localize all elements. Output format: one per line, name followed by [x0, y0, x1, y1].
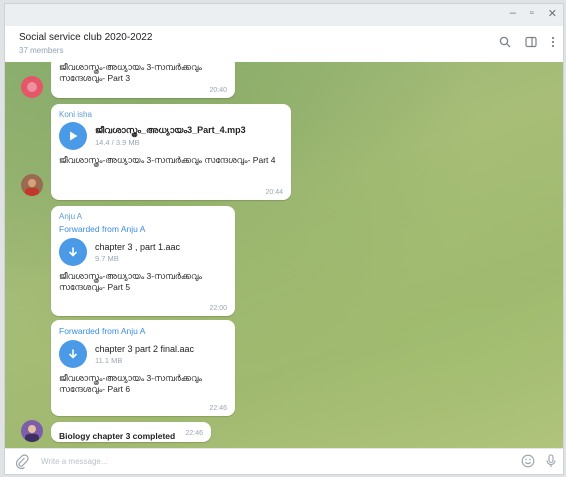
download-button[interactable] — [59, 238, 87, 266]
member-count: 37 members — [19, 46, 64, 55]
app-window: – ▫ ✕ Social service club 2020-2022 37 m… — [4, 3, 564, 475]
message-time: 22:46 — [185, 430, 203, 437]
message-time: 22:00 — [209, 305, 227, 312]
audio-attachment[interactable]: chapter 3 part 2 final.aac 11.1 MB — [59, 340, 227, 368]
composer-actions — [521, 454, 557, 473]
sidebar-toggle-icon[interactable] — [525, 36, 537, 51]
title-bar: – ▫ ✕ — [5, 4, 563, 26]
forwarded-label[interactable]: Forwarded from Anju A — [59, 326, 227, 336]
message-list[interactable]: ജീവശാസ്ത്രം-അധ്യായം 3-സമ്പർക്കവും സന്ദേശ… — [5, 62, 563, 448]
message-time: 22:46 — [209, 405, 227, 412]
message-bubble[interactable]: Forwarded from Anju A chapter 3 part 2 f… — [51, 320, 235, 416]
download-icon — [68, 349, 78, 359]
maximize-button[interactable]: ▫ — [530, 7, 534, 20]
message-bubble[interactable]: ജീവശാസ്ത്രം-അധ്യായം 3-സമ്പർക്കവും സന്ദേശ… — [51, 62, 235, 98]
message-caption: ജീവശാസ്ത്രം-അധ്യായം 3-സമ്പർക്കവും സന്ദേശ… — [59, 155, 276, 165]
minimize-button[interactable]: – — [510, 7, 516, 20]
message-bubble[interactable]: Biology chapter 3 completed 22:46 — [51, 422, 211, 442]
message-caption: ജീവശാസ്ത്രം-അധ്യായം 3-സമ്പർക്കവും സന്ദേശ… — [59, 271, 202, 292]
message-bubble[interactable]: Koni isha ജീവശാസ്ത്രം_അധ്യായം3_Part_4.mp… — [51, 104, 291, 200]
header-actions — [499, 36, 555, 51]
message-time: 20:44 — [265, 189, 283, 196]
message-input[interactable]: Write a message... — [41, 457, 108, 466]
file-name: ജീവശാസ്ത്രം_അധ്യായം3_Part_4.mp3 — [95, 125, 246, 135]
attach-icon[interactable] — [15, 454, 29, 474]
message-caption: ജീവശാസ്ത്രം-അധ്യായം 3-സമ്പർക്കവും സന്ദേശ… — [59, 62, 202, 83]
audio-attachment[interactable]: ജീവശാസ്ത്രം_അധ്യായം3_Part_4.mp3 14.4 / 3… — [59, 122, 283, 150]
chat-header[interactable]: Social service club 2020-2022 37 members — [5, 26, 563, 63]
sender-name: Anju A — [59, 212, 83, 221]
avatar[interactable] — [21, 174, 43, 196]
download-button[interactable] — [59, 340, 87, 368]
file-name: chapter 3 part 2 final.aac — [95, 343, 195, 354]
window-controls: – ▫ ✕ — [510, 7, 557, 20]
file-size: 11.1 MB — [95, 355, 123, 365]
message-text: Biology chapter 3 completed — [59, 431, 176, 441]
chat-title: Social service club 2020-2022 — [19, 32, 153, 43]
message-time: 20:40 — [209, 87, 227, 94]
play-button[interactable] — [59, 122, 87, 150]
file-name: chapter 3 , part 1.aac — [95, 241, 181, 252]
emoji-icon[interactable] — [521, 454, 535, 473]
close-button[interactable]: ✕ — [548, 7, 557, 20]
avatar[interactable] — [21, 76, 43, 98]
search-icon[interactable] — [499, 36, 511, 51]
more-options-icon[interactable] — [551, 36, 555, 51]
file-size: 9.7 MB — [95, 253, 119, 263]
sender-name: Koni isha — [59, 110, 92, 119]
forwarded-label[interactable]: Forwarded from Anju A — [59, 224, 227, 234]
microphone-icon[interactable] — [545, 454, 557, 473]
file-size: 14.4 / 3.9 MB — [95, 138, 140, 147]
message-caption: ജീവശാസ്ത്രം-അധ്യായം 3-സമ്പർക്കവും സന്ദേശ… — [59, 373, 202, 394]
download-icon — [68, 247, 78, 257]
message-composer: Write a message... — [5, 448, 563, 474]
audio-attachment[interactable]: chapter 3 , part 1.aac 9.7 MB — [59, 238, 227, 266]
message-bubble[interactable]: Anju A Forwarded from Anju A chapter 3 ,… — [51, 206, 235, 316]
avatar[interactable] — [21, 420, 43, 442]
play-icon — [70, 131, 78, 141]
